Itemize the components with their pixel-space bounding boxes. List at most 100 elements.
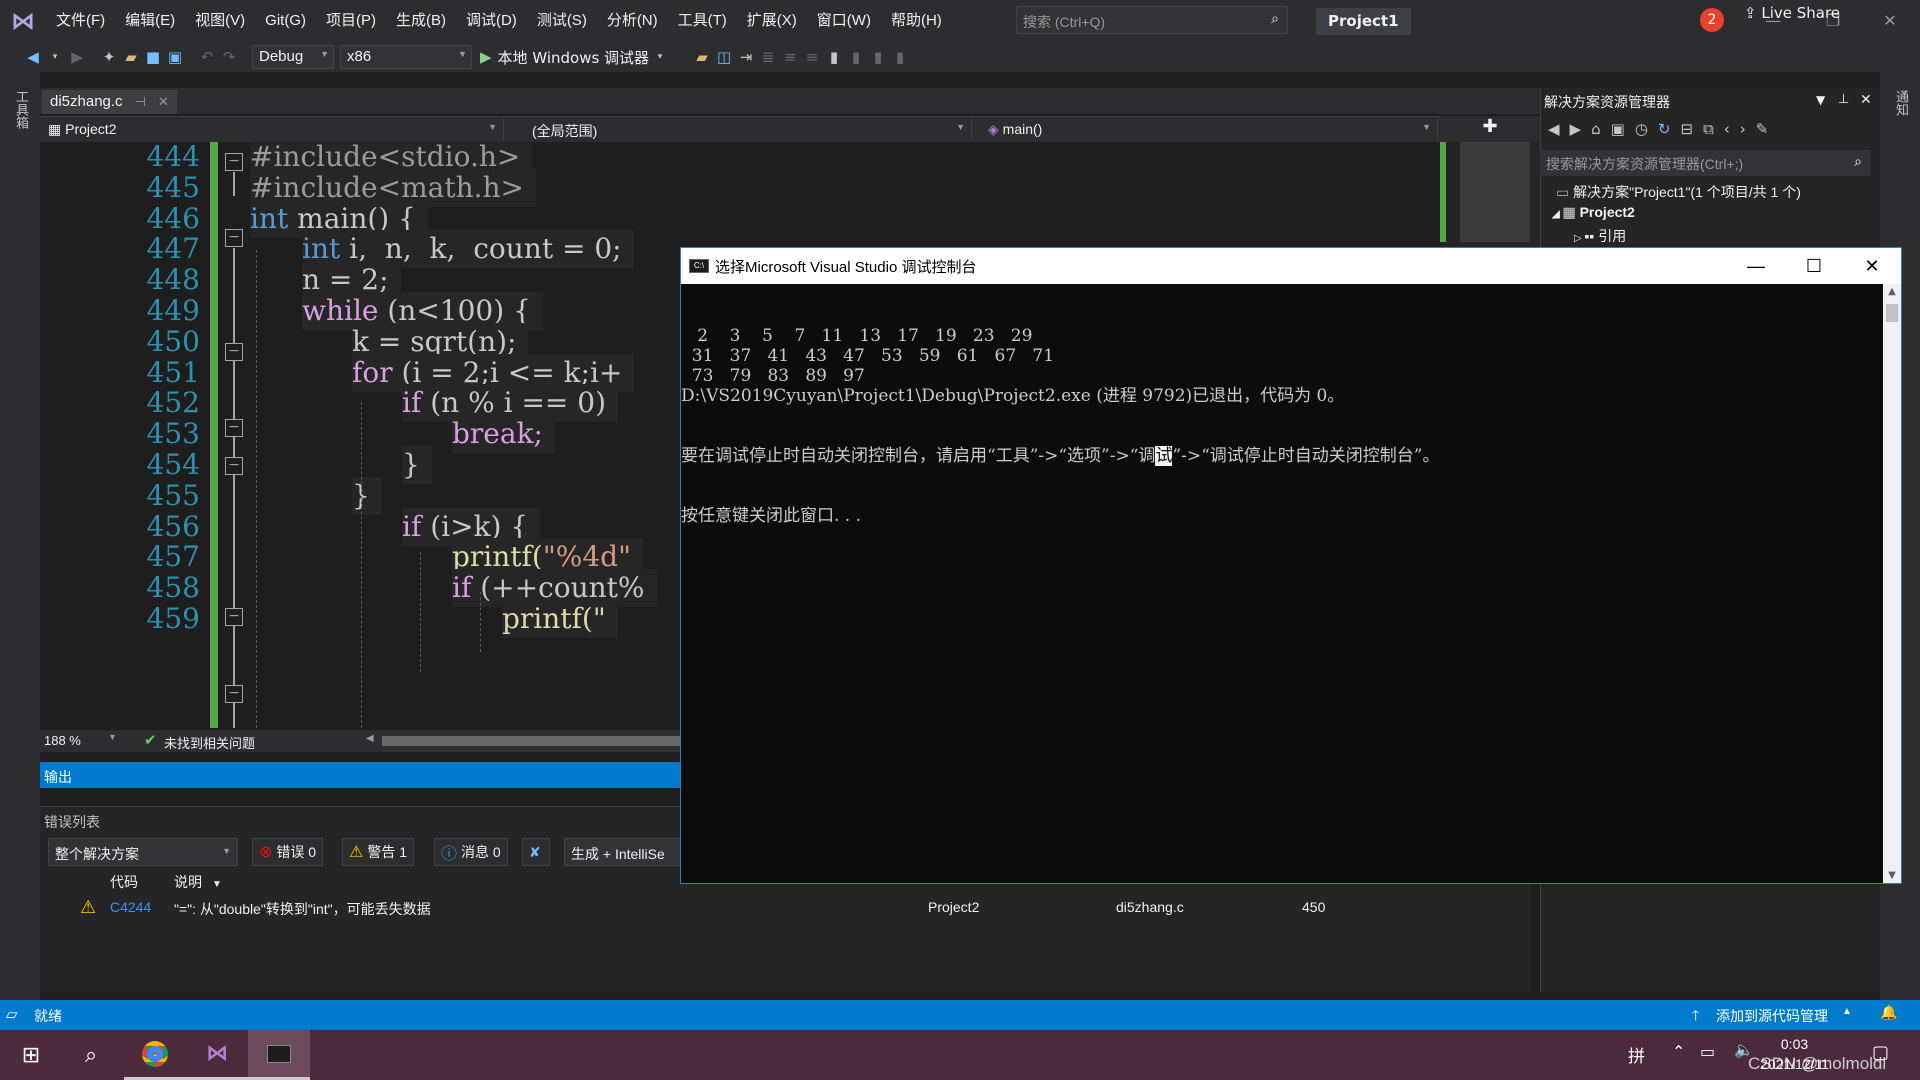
add-to-source-control-button[interactable]: 添加到源代码管理 (1716, 1006, 1828, 1026)
error-scope-combo[interactable]: 整个解决方案 ▼ (48, 838, 238, 866)
fold-toggle-icon[interactable]: − (225, 153, 243, 171)
uncomment-icon[interactable]: ≡ (801, 48, 823, 66)
close-button[interactable]: ✕ (1862, 0, 1918, 42)
fold-toggle-icon[interactable]: − (225, 229, 243, 247)
panel-options-icon[interactable]: ▼ (1816, 93, 1825, 107)
debugger-dropdown-icon[interactable]: ▾ (649, 52, 671, 62)
console-taskbar-icon[interactable] (248, 1030, 310, 1080)
indent-icon[interactable]: ≣ (757, 48, 779, 66)
console-close-button[interactable]: ✕ (1843, 248, 1901, 284)
console-title-bar[interactable]: C:\ 选择Microsoft Visual Studio 调试控制台 — ☐ … (681, 248, 1901, 284)
collapsed-icon[interactable]: ▷ (1574, 233, 1584, 244)
save-icon[interactable]: ■ (142, 48, 164, 66)
back-dropdown-icon[interactable]: ▾ (44, 52, 66, 62)
new-project-icon[interactable]: ✦ (98, 48, 120, 66)
tree-item-references[interactable]: ▷ ▪▪ 引用 (1574, 226, 1626, 246)
menu-item[interactable]: 生成(B) (386, 0, 456, 42)
undo-icon[interactable]: ↶ (196, 48, 218, 66)
source-control-dropdown-icon[interactable]: ▲ (1842, 1006, 1852, 1017)
fold-toggle-icon[interactable]: − (225, 457, 243, 475)
menu-item[interactable]: Git(G) (255, 0, 316, 42)
menu-item[interactable]: 帮助(H) (881, 0, 952, 42)
filter-icon[interactable]: ✘ (522, 838, 550, 866)
action-center-icon[interactable]: ▢ (1872, 1042, 1889, 1063)
column-code[interactable]: 代码 (110, 872, 138, 892)
switch-views-icon[interactable]: ▣ (1611, 120, 1635, 138)
notifications-tab[interactable]: 通知 (1892, 90, 1911, 116)
tree-item-solution[interactable]: ▭ 解决方案"Project1"(1 个项目/共 1 个) (1556, 182, 1801, 202)
pending-changes-icon[interactable]: ◷ (1635, 120, 1658, 138)
menu-item[interactable]: 编辑(E) (115, 0, 185, 42)
menu-item[interactable]: 分析(N) (597, 0, 668, 42)
visual-studio-logo-icon[interactable]: ⋈ (0, 0, 46, 42)
configuration-combo[interactable]: Debug ▼ (252, 45, 334, 69)
warnings-filter-button[interactable]: ⚠ 警告 1 (342, 838, 415, 866)
console-scroll-thumb[interactable] (1886, 304, 1898, 322)
pin-icon[interactable]: ⊥ (1838, 92, 1849, 107)
live-share-button[interactable]: ⇪ Live Share (1744, 4, 1840, 22)
redo-icon[interactable]: ↷ (218, 48, 240, 66)
start-debugging-icon[interactable]: ▶ (480, 48, 492, 66)
warning-code-link[interactable]: C4244 (110, 899, 151, 915)
console-scrollbar[interactable]: ▲ ▼ (1883, 284, 1901, 883)
scroll-up-icon[interactable]: ▲ (1883, 286, 1901, 297)
scroll-down-icon[interactable]: ▼ (1883, 870, 1901, 881)
properties-icon[interactable]: ✎ (1756, 120, 1779, 138)
toolbox-tab[interactable]: 工具箱 (12, 90, 31, 129)
zoom-level[interactable]: 188 % (44, 733, 81, 748)
horizontal-scroll-thumb[interactable] (382, 736, 680, 746)
battery-icon[interactable]: ▭ (1700, 1042, 1715, 1061)
step-icon[interactable]: ⇥ (735, 48, 757, 66)
bell-icon[interactable]: 🔔 (1880, 1004, 1897, 1021)
prev-bookmark-icon[interactable]: ▮ (845, 48, 867, 66)
menu-item[interactable]: 扩展(X) (737, 0, 807, 42)
menu-item[interactable]: 文件(F) (46, 0, 115, 42)
home-icon[interactable]: ⌂ (1591, 120, 1611, 138)
menu-item[interactable]: 测试(S) (527, 0, 597, 42)
next-bookmark-icon[interactable]: ▮ (867, 48, 889, 66)
chrome-icon[interactable] (124, 1030, 186, 1080)
messages-filter-button[interactable]: ⓘ 消息 0 (434, 838, 508, 866)
tree-item-project[interactable]: ◢ ▦ Project2 (1552, 204, 1635, 221)
notification-badge[interactable]: 2 (1700, 8, 1724, 32)
debug-console-window[interactable]: C:\ 选择Microsoft Visual Studio 调试控制台 — ☐ … (680, 247, 1902, 884)
issues-status[interactable]: 未找到相关问题 (164, 733, 255, 752)
console-maximize-button[interactable]: ☐ (1785, 248, 1843, 284)
code-line[interactable]: break; (452, 415, 555, 454)
solution-search-input[interactable]: 搜索解决方案资源管理器(Ctrl+;) ⌕ (1540, 150, 1870, 176)
fold-toggle-icon[interactable]: − (225, 685, 243, 703)
tray-chevron-icon[interactable]: ⌃ (1672, 1042, 1685, 1061)
forward-icon[interactable]: ▶ (1570, 120, 1592, 138)
console-output[interactable]: 2 3 5 7 11 13 17 19 23 29 31 37 41 43 47… (681, 284, 1883, 883)
error-list-row[interactable]: ⚠ C4244 "=": 从"double"转换到"int"，可能丢失数据 Pr… (40, 896, 1530, 920)
bookmark-icon[interactable]: ▮ (823, 48, 845, 66)
close-tab-icon[interactable]: ✕ (158, 94, 169, 109)
start-debugger-button[interactable]: 本地 Windows 调试器 (498, 47, 650, 68)
search-icon[interactable]: ⌕ (60, 1030, 122, 1080)
forward-icon[interactable]: ▶ (66, 48, 88, 66)
scroll-left-icon[interactable]: ◀ (366, 733, 374, 744)
menu-item[interactable]: 调试(D) (456, 0, 527, 42)
scope-nav-combo[interactable]: (全局范围) ▼ (510, 118, 972, 140)
browse-icon[interactable]: ◫ (713, 48, 735, 66)
save-all-icon[interactable]: ▣ (164, 48, 186, 66)
code-line[interactable]: } (352, 476, 382, 515)
pin-icon[interactable]: ⊣ (135, 94, 146, 109)
minimap-viewport[interactable] (1460, 142, 1530, 242)
split-editor-icon[interactable]: ✚ (1440, 116, 1540, 142)
build-filter-combo[interactable]: 生成 + IntelliSe (564, 838, 684, 866)
code-line[interactable]: } (402, 446, 432, 484)
fold-toggle-icon[interactable]: − (225, 419, 243, 437)
back-icon[interactable]: ◀ (22, 48, 44, 66)
fold-toggle-icon[interactable]: − (225, 343, 243, 361)
open-file-icon[interactable]: ▰ (120, 48, 142, 66)
member-nav-combo[interactable]: ◈ main() ▼ (976, 118, 1438, 140)
sync-icon[interactable]: ↻ (1658, 120, 1681, 138)
windows-start-icon[interactable]: ⊞ (0, 1030, 62, 1080)
platform-combo[interactable]: x86 ▼ (340, 45, 472, 69)
ime-indicator[interactable]: 拼 (1628, 1042, 1645, 1067)
code-line[interactable]: printf(" (502, 600, 618, 638)
comment-icon[interactable]: ≡ (779, 48, 801, 66)
close-panel-icon[interactable]: ✕ (1860, 92, 1872, 108)
fold-toggle-icon[interactable]: − (225, 608, 243, 626)
